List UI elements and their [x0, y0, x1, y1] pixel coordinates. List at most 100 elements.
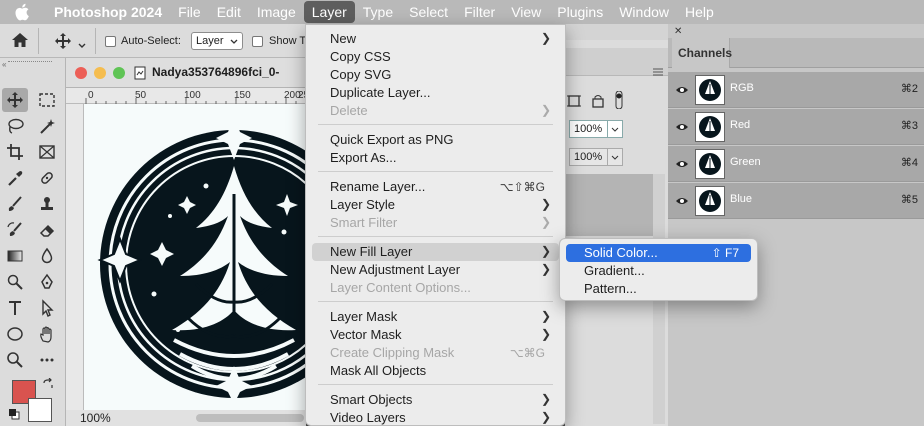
menu-select[interactable]: Select [401, 1, 456, 23]
stamp-tool-icon[interactable] [34, 192, 60, 216]
eyedropper-icon[interactable] [2, 166, 28, 190]
channel-row-red[interactable]: Red ⌘3 [668, 109, 924, 145]
menu-separator [318, 124, 553, 125]
menu-item-layer-mask[interactable]: Layer Mask ❯ [312, 308, 559, 326]
menu-item-copy-svg[interactable]: Copy SVG [312, 66, 559, 84]
menu-image[interactable]: Image [249, 1, 304, 23]
close-panel-icon[interactable]: ✕ [674, 26, 682, 37]
apple-icon[interactable] [12, 1, 34, 23]
menu-item-duplicate-layer[interactable]: Duplicate Layer... [312, 84, 559, 102]
eye-icon[interactable] [675, 159, 689, 169]
menu-item-label: Video Layers [330, 410, 406, 425]
move-tool-icon[interactable] [54, 32, 72, 53]
channel-shortcut: ⌘3 [900, 120, 918, 132]
zoom-level[interactable]: 100% [80, 411, 111, 425]
menu-photoshop[interactable]: Photoshop 2024 [46, 1, 170, 23]
channel-name: Green [730, 156, 761, 168]
more-tools-icon[interactable] [34, 348, 60, 372]
menu-edit[interactable]: Edit [209, 1, 249, 23]
menu-item-new-adjustment-layer[interactable]: New Adjustment Layer ❯ [312, 261, 559, 279]
menu-type[interactable]: Type [355, 1, 401, 23]
menu-help[interactable]: Help [677, 1, 722, 23]
type-tool-icon[interactable] [2, 296, 28, 320]
magic-wand-icon[interactable] [34, 114, 60, 138]
hand-tool-icon[interactable] [34, 322, 60, 346]
lock-position-icon[interactable] [591, 94, 605, 111]
canvas[interactable] [84, 104, 306, 410]
submenu-item-pattern[interactable]: Pattern... [566, 280, 751, 298]
eye-icon[interactable] [675, 196, 689, 206]
marquee-tool-icon[interactable] [34, 88, 60, 112]
menu-item-delete: Delete ❯ [312, 102, 559, 120]
panel-grip[interactable] [8, 61, 52, 64]
menu-window[interactable]: Window [611, 1, 677, 23]
lock-artboard-icon[interactable] [567, 94, 581, 111]
menu-item-export-as[interactable]: Export As... [312, 149, 559, 167]
submenu-item-solid-color[interactable]: Solid Color... ⇧ F7 [566, 244, 751, 262]
opacity-dropdown[interactable] [607, 120, 623, 138]
pen-tool-icon[interactable] [34, 270, 60, 294]
menu-item-rename-layer[interactable]: Rename Layer... ⌥⇧⌘G [312, 178, 559, 196]
eye-icon[interactable] [675, 85, 689, 95]
gradient-tool-icon[interactable] [2, 244, 28, 268]
zoom-window-button[interactable] [113, 67, 125, 79]
menu-item-label: Quick Export as PNG [330, 132, 454, 147]
brush-tool-icon[interactable] [2, 192, 28, 216]
blur-tool-icon[interactable] [34, 244, 60, 268]
chevron-right-icon: ❯ [540, 215, 551, 229]
dodge-tool-icon[interactable] [2, 270, 28, 294]
lasso-tool-icon[interactable] [2, 114, 28, 138]
submenu-item-gradient[interactable]: Gradient... [566, 262, 751, 280]
channel-row-rgb[interactable]: RGB ⌘2 [668, 72, 924, 108]
menu-item-new-fill-layer[interactable]: New Fill Layer ❯ [312, 243, 559, 261]
menu-view[interactable]: View [503, 1, 549, 23]
swap-colors-icon[interactable] [42, 377, 54, 393]
divider [38, 28, 39, 54]
zoom-tool-icon[interactable] [2, 348, 28, 372]
auto-select-checkbox[interactable] [105, 36, 116, 47]
horizontal-scrollbar[interactable] [196, 414, 304, 422]
home-icon[interactable] [11, 32, 29, 51]
channel-thumbnail [695, 186, 725, 216]
menu-item-layer-style[interactable]: Layer Style ❯ [312, 196, 559, 214]
eye-icon[interactable] [675, 122, 689, 132]
default-colors-icon[interactable] [8, 408, 20, 423]
chevron-down-icon[interactable] [78, 37, 86, 52]
history-brush-icon[interactable] [2, 218, 28, 242]
crop-tool-icon[interactable] [2, 140, 28, 164]
chevron-right-icon: ❯ [540, 31, 551, 45]
close-window-button[interactable] [75, 67, 87, 79]
menu-item-vector-mask[interactable]: Vector Mask ❯ [312, 326, 559, 344]
background-color-swatch[interactable] [28, 398, 52, 422]
tab-channels[interactable]: Channels [672, 38, 732, 68]
ellipse-tool-icon[interactable] [2, 322, 28, 346]
document-title[interactable]: Nadya353764896fci_0- [152, 65, 279, 79]
layer-row-selected[interactable] [565, 174, 653, 236]
menu-filter[interactable]: Filter [456, 1, 503, 23]
minimize-window-button[interactable] [94, 67, 106, 79]
show-transform-checkbox[interactable] [252, 36, 263, 47]
channel-row-blue[interactable]: Blue ⌘5 [668, 183, 924, 219]
channel-row-green[interactable]: Green ⌘4 [668, 146, 924, 182]
menu-item-mask-all-objects[interactable]: Mask All Objects [312, 362, 559, 380]
auto-select-dropdown[interactable]: Layer [191, 32, 243, 50]
collapse-icon[interactable]: « [2, 60, 6, 69]
panel-menu-icon[interactable] [653, 64, 663, 79]
menu-item-new[interactable]: New ❯ [312, 30, 559, 48]
menu-item-smart-objects[interactable]: Smart Objects ❯ [312, 391, 559, 409]
menu-item-copy-css[interactable]: Copy CSS [312, 48, 559, 66]
menu-item-label: Solid Color... [584, 245, 658, 260]
fill-dropdown[interactable] [607, 148, 623, 166]
menu-item-quick-export-as-png[interactable]: Quick Export as PNG [312, 131, 559, 149]
menu-plugins[interactable]: Plugins [549, 1, 611, 23]
healing-brush-icon[interactable] [34, 166, 60, 190]
frame-tool-icon[interactable] [34, 140, 60, 164]
move-tool-icon[interactable] [2, 88, 28, 112]
eraser-tool-icon[interactable] [34, 218, 60, 242]
menu-item-video-layers[interactable]: Video Layers ❯ [312, 409, 559, 426]
menu-item-label: Gradient... [584, 263, 645, 278]
path-selection-icon[interactable] [34, 296, 60, 320]
menu-layer[interactable]: Layer [303, 1, 355, 23]
menu-file[interactable]: File [170, 1, 209, 23]
lock-all-icon[interactable] [613, 90, 625, 112]
